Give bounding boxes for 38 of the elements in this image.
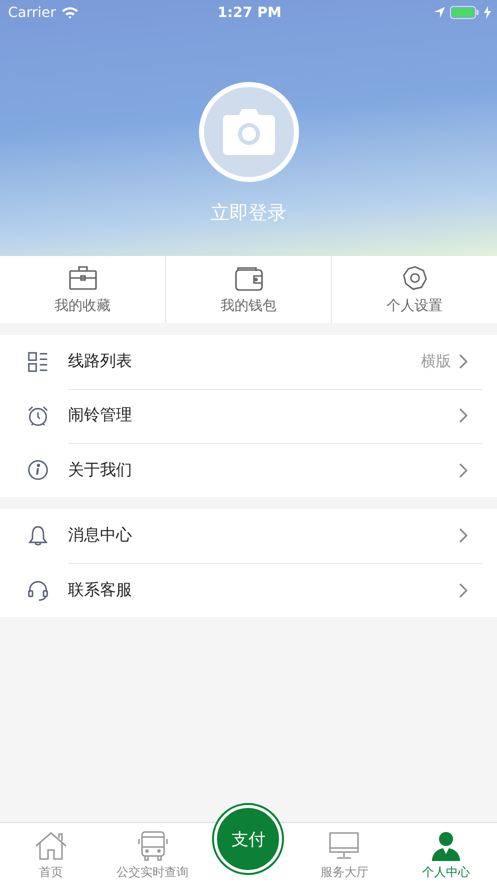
tab-bar-item[interactable]: 公交实时查询 [102,823,204,883]
monitor-icon [328,831,360,861]
tab-bar-item[interactable]: 服务大厅 [293,823,396,883]
quick-action-label[interactable]: 我的收藏 [54,296,110,314]
camera-icon [222,109,274,155]
menu-item-label[interactable]: 闹铃管理 [68,405,459,426]
pay-button[interactable]: 支付 [214,805,282,873]
person-icon [430,831,462,861]
charging-bolt-icon [484,6,491,19]
chevron-icon [459,528,468,543]
battery-icon [450,6,479,19]
chevron-icon [459,354,468,369]
briefcase-icon [68,264,96,290]
info-icon [27,459,49,481]
menu-item-label[interactable]: 消息中心 [68,525,459,546]
chevron-icon [459,408,468,423]
alarm-clock-icon [27,405,49,427]
status-time: 1:27 PM [218,4,282,20]
menu-item-value: 横版 [421,352,451,371]
list-icon [27,351,49,373]
location-arrow-icon [434,7,445,18]
menu-item-label[interactable]: 联系客服 [68,580,459,600]
tab-bar-item[interactable]: 个人中心 [395,823,497,883]
tab-bar-item[interactable]: 首页 [0,823,102,883]
menu-item-label[interactable]: 线路列表 [68,351,421,372]
wifi-icon [60,6,79,19]
gear-icon [400,264,428,290]
chevron-icon [459,582,468,598]
home-icon [34,831,67,861]
wallet-icon [234,264,262,290]
chevron-icon [459,462,468,478]
headset-icon [27,579,49,601]
carrier-label: Carrier [8,4,56,20]
quick-action-label[interactable]: 个人设置 [386,296,442,314]
bus-icon [136,831,169,861]
menu-item-label[interactable]: 关于我们 [68,460,459,480]
quick-action-label[interactable]: 我的钱包 [220,296,276,314]
bell-icon [27,525,49,547]
